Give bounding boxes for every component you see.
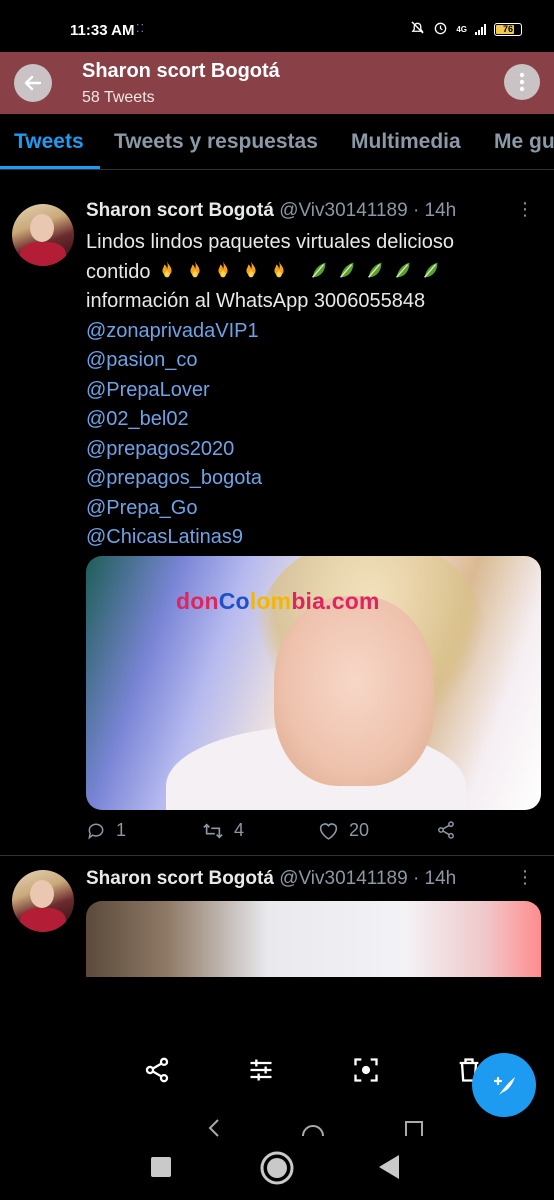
more-options-button[interactable] xyxy=(504,64,540,100)
author-name[interactable]: Sharon scort Bogotá xyxy=(86,200,274,221)
tab-tweets[interactable]: Tweets xyxy=(14,130,84,154)
recents-button[interactable] xyxy=(150,1156,172,1178)
compose-feather-icon xyxy=(493,1076,515,1095)
profile-tabs: Tweets Tweets y respuestas Multimedia Me… xyxy=(0,114,554,170)
status-bar: 11:33 AM ⁚⁚ 4G 76 xyxy=(0,0,554,52)
adjust-icon[interactable] xyxy=(247,1056,275,1084)
profile-header: Sharon scort Bogotá 58 Tweets xyxy=(0,52,554,114)
tweet-time: · 14h xyxy=(412,868,457,889)
share-icon[interactable] xyxy=(143,1056,171,1084)
active-tab-indicator xyxy=(0,166,100,169)
watermark: donColombia.com xyxy=(176,588,380,614)
like-count: 20 xyxy=(349,820,370,840)
mention-link[interactable]: @Prepa_Go xyxy=(86,494,454,524)
back-nav-button[interactable] xyxy=(377,1154,401,1180)
arrow-left-icon xyxy=(24,75,42,91)
tweet-divider xyxy=(0,855,554,856)
tweet-header: Sharon scort Bogotá @Viv30141189 · 14h xyxy=(86,868,456,890)
notification-dots-icon: ⁚⁚ xyxy=(136,23,145,35)
heart-icon xyxy=(319,822,338,840)
avatar[interactable] xyxy=(12,870,74,932)
mention-link[interactable]: @02_bel02 xyxy=(86,405,454,435)
tweet-line-1: Lindos lindos paquetes virtuales delicio… xyxy=(86,231,455,253)
tweet-text: Lindos lindos paquetes virtuales delicio… xyxy=(86,228,454,553)
mute-icon xyxy=(410,20,425,38)
author-handle: @Viv30141189 xyxy=(279,200,408,221)
share-icon xyxy=(438,821,454,839)
signal-icon xyxy=(475,23,486,35)
leaf-emoji-icon xyxy=(302,261,442,283)
mention-link[interactable]: @pasion_co xyxy=(86,346,454,376)
screenshot-toolbar xyxy=(0,1040,554,1110)
mention-link[interactable]: @PrepaLover xyxy=(86,376,454,406)
reply-icon xyxy=(88,823,104,839)
profile-name: Sharon scort Bogotá xyxy=(82,60,280,82)
retweet-count: 4 xyxy=(234,820,245,840)
tweet-header: Sharon scort Bogotá @Viv30141189 · 14h xyxy=(86,200,456,222)
tweet-more-icon[interactable]: ⋮ xyxy=(516,868,534,886)
home-button[interactable] xyxy=(259,1150,295,1186)
status-icons: 4G 76 xyxy=(410,20,522,38)
compose-tweet-button[interactable] xyxy=(472,1053,536,1117)
share-button[interactable] xyxy=(436,820,456,840)
tab-media[interactable]: Multimedia xyxy=(351,130,461,154)
captured-nav-hint xyxy=(0,1118,554,1138)
mention-link[interactable]: @ChicasLatinas9 xyxy=(86,523,454,553)
tweet-time: · 14h xyxy=(412,200,457,221)
mention-link[interactable]: @prepagos_bogota xyxy=(86,464,454,494)
reply-button[interactable]: 1 xyxy=(86,820,126,841)
scan-icon[interactable] xyxy=(352,1056,380,1084)
fire-emoji-icon xyxy=(156,260,302,283)
alarm-icon xyxy=(433,20,448,38)
tweet-actions: 1 4 20 xyxy=(86,820,466,846)
tweet-more-icon[interactable]: ⋮ xyxy=(516,200,534,218)
tweet-image[interactable]: donColombia.com xyxy=(86,556,541,810)
tweet-count: 58 Tweets xyxy=(82,89,155,106)
battery-level: 76 xyxy=(502,24,513,34)
tab-likes[interactable]: Me gu xyxy=(494,130,554,154)
author-handle: @Viv30141189 xyxy=(279,868,408,889)
retweet-button[interactable]: 4 xyxy=(202,820,244,841)
avatar[interactable] xyxy=(12,204,74,266)
status-time: 11:33 AM xyxy=(70,22,135,39)
mention-link[interactable]: @zonaprivadaVIP1 xyxy=(86,317,454,347)
network-type: 4G xyxy=(456,24,467,34)
mention-link[interactable]: @prepagos2020 xyxy=(86,435,454,465)
back-button[interactable] xyxy=(14,64,52,102)
like-button[interactable]: 20 xyxy=(318,820,369,841)
author-name[interactable]: Sharon scort Bogotá xyxy=(86,868,274,889)
retweet-icon xyxy=(203,822,223,839)
system-navigation-bar xyxy=(0,1138,554,1200)
reply-count: 1 xyxy=(116,820,127,840)
more-vertical-icon xyxy=(519,72,525,92)
tab-tweets-replies[interactable]: Tweets y respuestas xyxy=(114,130,318,154)
tweet-image[interactable] xyxy=(86,901,541,977)
tweet-line-3: información al WhatsApp 3006055848 xyxy=(86,290,426,312)
battery-icon: 76 xyxy=(494,22,522,36)
tweet-line-2: contido xyxy=(86,258,454,288)
